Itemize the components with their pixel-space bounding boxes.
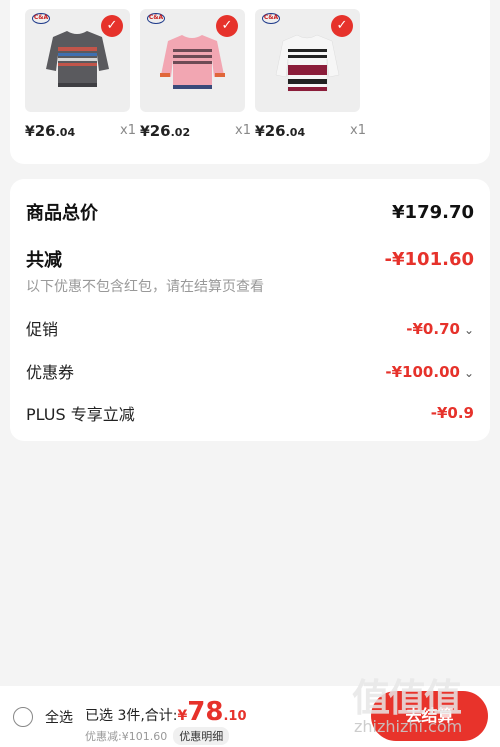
- total-reduction-value: -¥101.60: [384, 248, 474, 270]
- product-image[interactable]: C&A ✓: [140, 9, 245, 112]
- chevron-down-icon[interactable]: ⌄: [464, 323, 474, 337]
- selected-products-card: C&A ✓ ¥26.04 x1 C&A ✓ ¥26.02 x1 C&A ✓ ¥2…: [10, 0, 490, 164]
- total-reduction-label: 共减: [26, 250, 62, 271]
- goods-total-value: ¥179.70: [392, 201, 474, 223]
- product-item[interactable]: C&A ✓ ¥26.02 x1: [140, 9, 251, 140]
- promotion-label: 促销: [26, 320, 59, 339]
- product-item[interactable]: C&A ✓ ¥26.04 x1: [25, 9, 136, 140]
- coupon-row[interactable]: 优惠券 -¥100.00 ⌄: [26, 359, 474, 383]
- discount-text: 优惠减:¥101.60: [85, 730, 168, 743]
- goods-total-label: 商品总价: [26, 203, 98, 224]
- product-item[interactable]: C&A ✓ ¥26.04 x1: [255, 9, 366, 140]
- coupon-value: -¥100.00: [385, 362, 460, 381]
- site-watermark: 值值值 zhizhizhi.com: [352, 665, 500, 747]
- promotion-row[interactable]: 促销 -¥0.70 ⌄: [26, 316, 474, 340]
- watermark-logo: 值值值: [352, 676, 462, 720]
- select-all-label[interactable]: 全选: [45, 707, 73, 727]
- product-quantity: x1: [350, 123, 366, 138]
- total-amount-int: 78: [187, 697, 224, 727]
- total-reduction-row: 共减 -¥101.60: [26, 246, 474, 272]
- plus-discount-value: -¥0.9: [430, 404, 474, 422]
- product-quantity: x1: [235, 123, 251, 138]
- price-summary-card: 商品总价 ¥179.70 共减 -¥101.60 以下优惠不包含红包，请在结算页…: [10, 179, 490, 441]
- product-image[interactable]: C&A ✓: [255, 9, 360, 112]
- discount-note: 以下优惠不包含红包，请在结算页查看: [26, 279, 264, 295]
- total-currency: ¥: [177, 708, 188, 724]
- product-image[interactable]: C&A ✓: [25, 9, 130, 112]
- chevron-down-icon[interactable]: ⌄: [464, 366, 474, 380]
- sweater-image-burgundy: [275, 34, 340, 92]
- plus-discount-label: PLUS 专享立减: [26, 405, 135, 424]
- total-amount-dec: .10: [223, 709, 247, 724]
- product-price: ¥26.02: [140, 122, 191, 140]
- select-all-radio[interactable]: [13, 707, 33, 727]
- discount-detail-button[interactable]: 优惠明细: [173, 727, 230, 745]
- sweater-image-grey: [46, 31, 109, 87]
- plus-discount-row: PLUS 专享立减 -¥0.9: [26, 401, 474, 425]
- coupon-label: 优惠券: [26, 363, 75, 382]
- promotion-value: -¥0.70: [406, 319, 460, 338]
- goods-total-row: 商品总价 ¥179.70: [26, 199, 474, 225]
- discount-summary: 优惠减:¥101.60 优惠明细: [85, 727, 230, 745]
- selected-summary: 已选 3件,合计:¥78.10: [85, 697, 247, 727]
- sweater-image-pink: [160, 35, 225, 89]
- product-price: ¥26.04: [255, 122, 306, 140]
- selected-count-text: 已选 3件,合计:: [85, 708, 178, 724]
- product-quantity: x1: [120, 123, 136, 138]
- product-price: ¥26.04: [25, 122, 76, 140]
- watermark-url: zhizhizhi.com: [354, 717, 463, 736]
